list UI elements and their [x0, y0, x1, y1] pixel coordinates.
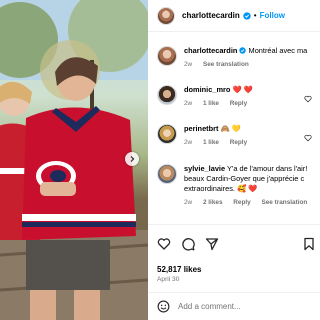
avatar[interactable] — [157, 124, 177, 144]
reply-button[interactable]: Reply — [233, 199, 250, 206]
comment-likes[interactable]: 1 like — [203, 100, 219, 107]
avatar[interactable] — [157, 85, 177, 105]
comment-item: sylvie_lavie Y'a de l'amour dans l'air! … — [157, 164, 320, 208]
comment-text-line3: extraordinaires. 🥰 ❤️ — [184, 184, 258, 193]
avatar[interactable] — [157, 6, 175, 25]
comment-username[interactable]: sylvie_lavie — [184, 164, 225, 173]
post-actions: 52,817 likes April 30 — [148, 224, 320, 283]
avatar[interactable] — [157, 164, 177, 184]
comment-item: perinetbrt 🙈 💛 2w 1 like Reply — [157, 124, 320, 148]
add-comment-bar — [148, 292, 320, 320]
comment-text-line2: beaux Cardin-Goyer que j'apprécie c — [184, 174, 305, 183]
comment-item: dominic_mro ❤️ ❤️ 2w 1 like Reply — [157, 85, 320, 109]
caption-age: 2w — [184, 61, 193, 68]
post-header: charlottecardin • Follow — [148, 0, 320, 32]
chevron-right-icon — [130, 156, 135, 162]
carousel-next-button[interactable] — [125, 152, 139, 166]
verified-icon — [243, 11, 251, 20]
likes-count[interactable]: 52,817 likes — [157, 265, 201, 274]
separator: • — [253, 11, 257, 20]
comment-likes[interactable]: 1 like — [203, 139, 219, 146]
caption-username[interactable]: charlottecardin — [184, 46, 237, 55]
heart-icon[interactable] — [157, 237, 171, 251]
author-username[interactable]: charlottecardin — [182, 11, 240, 20]
see-translation-link[interactable]: See translation — [203, 61, 249, 68]
comment-input[interactable] — [178, 302, 318, 311]
reply-button[interactable]: Reply — [230, 100, 247, 107]
share-icon[interactable] — [205, 237, 219, 251]
comment-username[interactable]: perinetbrt — [184, 124, 219, 133]
comment-icon[interactable] — [181, 237, 195, 251]
action-row — [157, 237, 219, 251]
bookmark-icon[interactable] — [303, 237, 315, 251]
comments-list[interactable]: charlottecardin Montréal avec ma 2w See … — [148, 32, 320, 224]
comment-text: ❤️ ❤️ — [232, 85, 253, 94]
comment-likes[interactable]: 2 likes — [203, 199, 223, 206]
comment-text: Y'a de l'amour dans l'air! — [227, 164, 308, 173]
comment-like-icon[interactable] — [304, 95, 312, 103]
see-translation-link[interactable]: See translation — [261, 199, 307, 206]
caption-text: Montréal avec ma — [248, 46, 308, 55]
caption-item: charlottecardin Montréal avec ma 2w See … — [157, 46, 320, 70]
follow-button[interactable]: Follow — [260, 11, 285, 20]
comment-username[interactable]: dominic_mro — [184, 85, 230, 94]
verified-icon — [239, 47, 247, 54]
comment-age: 2w — [184, 100, 193, 107]
avatar[interactable] — [157, 46, 177, 66]
comment-age: 2w — [184, 139, 193, 146]
comment-text: 🙈 💛 — [220, 124, 242, 133]
post-side-panel: charlottecardin • Follow charlottecardin… — [148, 0, 320, 320]
post-date: April 30 — [157, 276, 180, 283]
reply-button[interactable]: Reply — [230, 139, 247, 146]
comment-age: 2w — [184, 199, 193, 206]
emoji-icon[interactable] — [157, 300, 170, 313]
comment-like-icon[interactable] — [304, 134, 312, 142]
post-photo[interactable] — [0, 0, 148, 320]
